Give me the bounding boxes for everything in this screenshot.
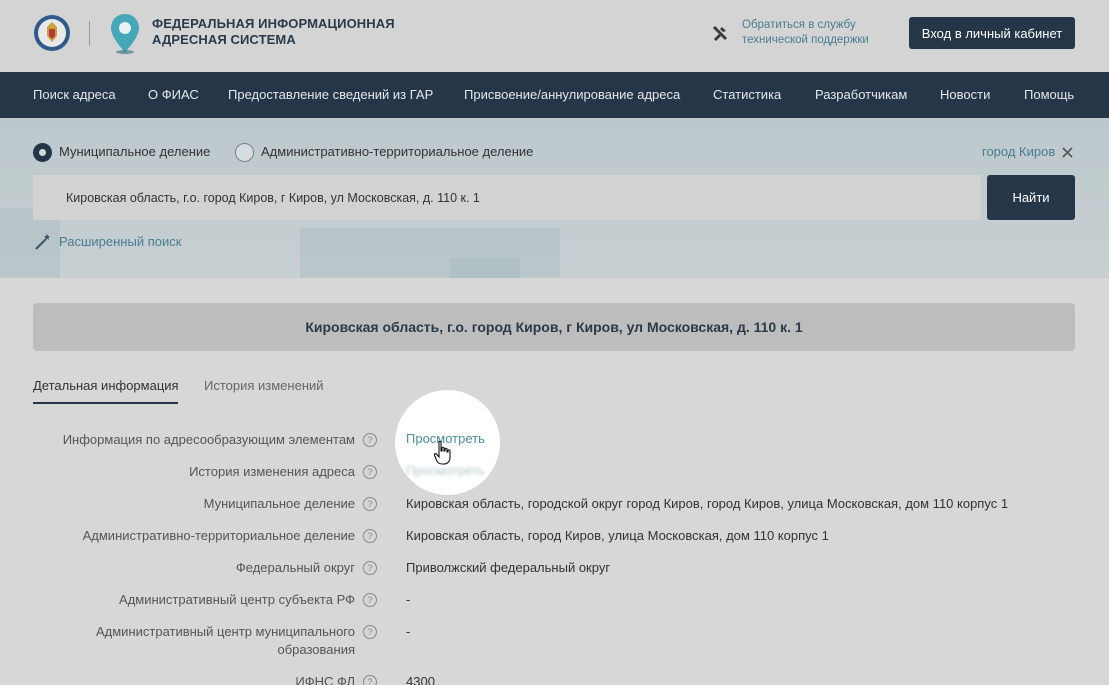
site-header: ФЕДЕРАЛЬНАЯ ИНФОРМАЦИОННАЯ АДРЕСНАЯ СИСТ… — [0, 0, 1109, 72]
help-icon[interactable]: ? — [363, 433, 377, 447]
advanced-search-link[interactable]: Расширенный поиск — [59, 234, 181, 249]
detail-value-admin-territorial: Кировская область, город Киров, улица Мо… — [406, 528, 829, 543]
city-filter-chip[interactable]: город Киров — [982, 144, 1055, 159]
radio-admin-label[interactable]: Административно-территориальное деление — [261, 144, 533, 159]
detail-label-admin-territorial: Административно-территориальное деление — [82, 528, 355, 543]
detail-label-line: Административный центр муниципального — [95, 624, 355, 639]
detail-value-ifns: 4300 — [406, 674, 435, 685]
login-button[interactable]: Вход в личный кабинет — [909, 17, 1075, 49]
detail-label-admin-center-subject: Административный центр субъекта РФ — [119, 592, 355, 607]
help-icon[interactable]: ? — [363, 529, 377, 543]
detail-value-municipal: Кировская область, городской округ город… — [406, 496, 1009, 511]
nav-item-help[interactable]: Помощь — [1024, 72, 1074, 118]
search-panel: Муниципальное деление Административно-те… — [0, 118, 1109, 278]
tab-change-history[interactable]: История изменений — [204, 378, 324, 393]
detail-value-federal-district: Приволжский федеральный округ — [406, 560, 611, 575]
detail-label-admin-center-municipal: Административный центр муниципального об… — [96, 623, 355, 659]
detail-value-admin-center-municipal: - — [406, 624, 411, 639]
background-building — [450, 258, 520, 278]
magic-wand-icon[interactable] — [34, 233, 52, 251]
fns-emblem-icon[interactable] — [33, 14, 71, 52]
help-icon[interactable]: ? — [363, 497, 377, 511]
detail-label-municipal: Муниципальное деление — [203, 496, 355, 511]
detail-label-federal-district: Федеральный округ — [235, 560, 355, 575]
system-title[interactable]: ФЕДЕРАЛЬНАЯ ИНФОРМАЦИОННАЯ АДРЕСНАЯ СИСТ… — [152, 16, 412, 48]
main-nav: Поиск адреса О ФИАС Предоставление сведе… — [0, 72, 1109, 118]
hand-cursor-icon — [433, 440, 451, 465]
nav-item-gar-data[interactable]: Предоставление сведений из ГАР — [228, 72, 433, 118]
detail-value-admin-center-subject: - — [406, 592, 411, 607]
tools-icon[interactable] — [710, 24, 730, 44]
help-icon[interactable]: ? — [363, 593, 377, 607]
radio-municipal[interactable] — [33, 143, 52, 162]
location-pin-logo-icon[interactable] — [108, 12, 142, 54]
help-icon[interactable]: ? — [363, 561, 377, 575]
radio-admin[interactable] — [235, 143, 254, 162]
address-search-input[interactable] — [33, 175, 981, 220]
support-link[interactable]: Обратиться в службу технической поддержк… — [742, 18, 892, 48]
nav-item-news[interactable]: Новости — [940, 72, 990, 118]
header-divider — [89, 21, 90, 46]
help-icon[interactable]: ? — [363, 675, 377, 685]
help-icon[interactable]: ? — [363, 465, 377, 479]
nav-item-about[interactable]: О ФИАС — [148, 72, 199, 118]
nav-item-address-assignment[interactable]: Присвоение/аннулирование адреса — [464, 72, 680, 118]
radio-municipal-label[interactable]: Муниципальное деление — [59, 144, 210, 159]
address-card-title: Кировская область, г.о. город Киров, г К… — [33, 303, 1075, 351]
close-icon[interactable] — [1061, 146, 1074, 159]
detail-label-address-history: История изменения адреса — [189, 464, 355, 479]
tab-detail-info[interactable]: Детальная информация — [33, 378, 179, 393]
background-building — [300, 228, 560, 278]
nav-item-statistics[interactable]: Статистика — [713, 72, 781, 118]
detail-label-line: образования — [277, 642, 355, 657]
find-button[interactable]: Найти — [987, 175, 1075, 220]
detail-label-ifns: ИФНС ФЛ — [295, 674, 355, 685]
help-icon[interactable]: ? — [363, 625, 377, 639]
active-tab-indicator — [33, 402, 178, 404]
detail-label-address-elements: Информация по адресообразующим элементам — [62, 432, 355, 447]
nav-item-address-search[interactable]: Поиск адреса — [33, 72, 116, 118]
nav-item-developers[interactable]: Разработчикам — [815, 72, 907, 118]
